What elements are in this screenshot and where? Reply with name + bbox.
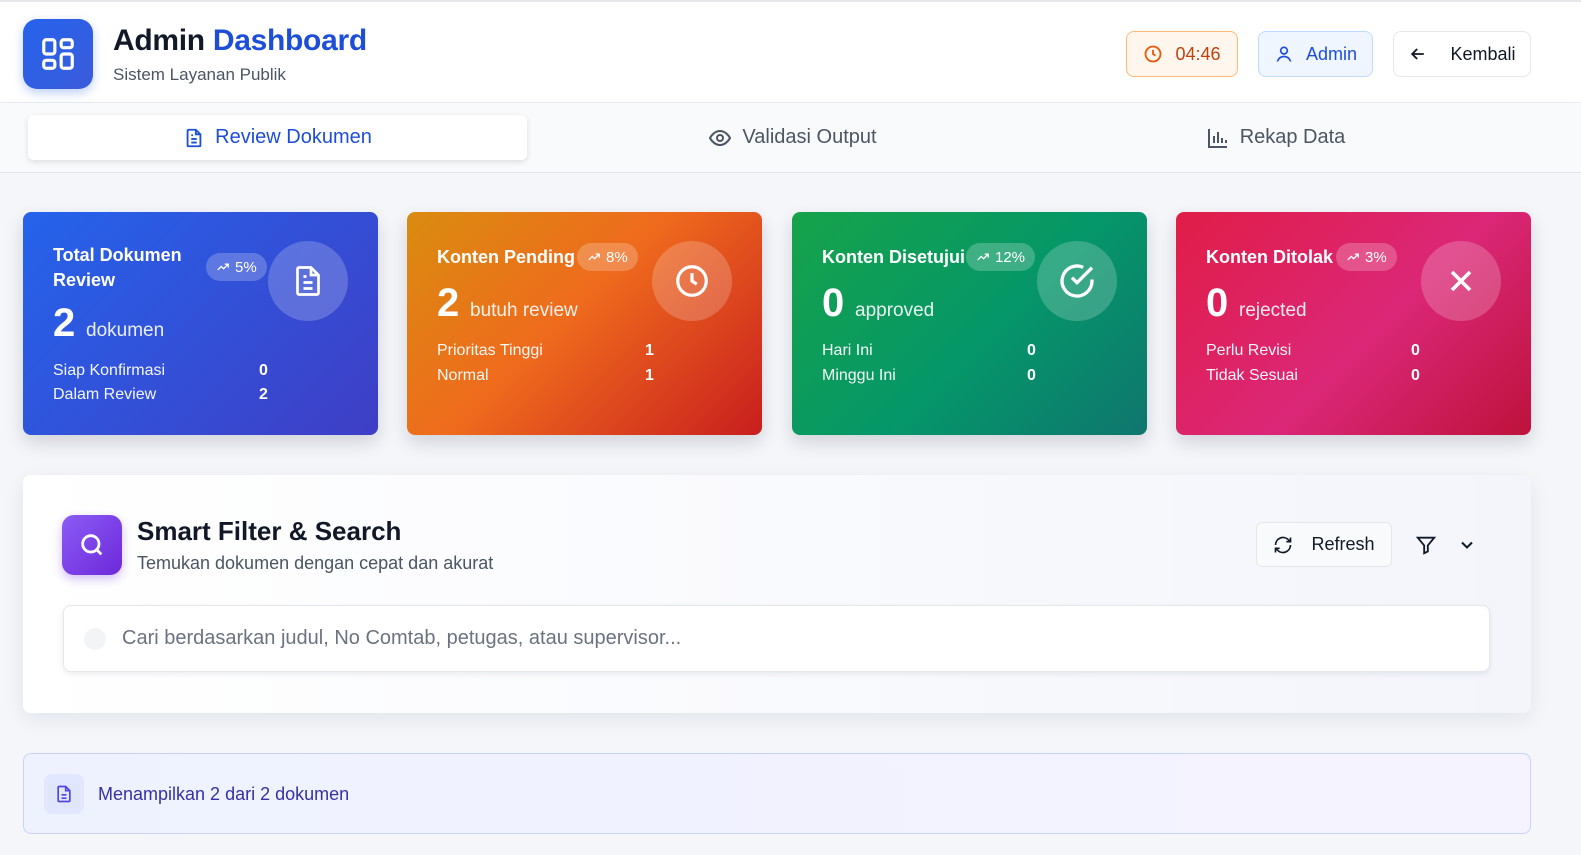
card-unit: rejected — [1239, 300, 1307, 321]
user-menu-button[interactable]: Admin — [1258, 31, 1373, 77]
card-unit: butuh review — [470, 300, 578, 321]
card-row-label: Prioritas Tinggi — [437, 342, 543, 359]
card-unit: dokumen — [86, 320, 165, 341]
card-label: Konten Pending — [437, 247, 575, 267]
trending-up-icon — [1347, 253, 1359, 261]
refresh-label: Refresh — [1311, 534, 1375, 554]
stat-card-total-review: Total Dokumen Review 5% 2 dokumen Siap K… — [23, 212, 378, 435]
card-row-value: 0 — [1027, 342, 1036, 359]
document-icon — [296, 266, 320, 296]
page-title-main: Admin — [113, 24, 205, 57]
app-header: Admin Dashboard Sistem Layanan Publik 04… — [0, 0, 1581, 102]
card-row-label: Hari Ini — [822, 342, 873, 359]
document-icon — [186, 128, 202, 147]
session-timer-text: 04:46 — [1175, 43, 1221, 64]
grid-icon — [23, 19, 93, 89]
search-field-icon — [84, 628, 106, 650]
page-title-accent: Dashboard — [212, 24, 367, 57]
results-summary: Menampilkan 2 dari 2 dokumen — [23, 753, 1531, 834]
card-row-label: Minggu Ini — [822, 367, 896, 384]
back-button[interactable]: Kembali — [1393, 31, 1531, 77]
card-label-line1: Total Dokumen — [53, 245, 182, 265]
tab-validasi-output[interactable]: Validasi Output — [543, 115, 1042, 160]
tab-label: Rekap Data — [1239, 126, 1346, 148]
smart-filter-panel: Smart Filter & Search Temukan dokumen de… — [23, 475, 1531, 713]
session-timer-badge: 04:46 — [1126, 31, 1238, 77]
trend-value: 3% — [1365, 248, 1387, 266]
search-icon — [62, 515, 122, 575]
card-label-line2: Review — [53, 270, 116, 290]
card-label: Total Dokumen Review — [53, 243, 182, 293]
document-icon — [44, 774, 84, 814]
trending-up-icon — [217, 263, 229, 271]
card-value: 2 — [437, 281, 460, 325]
refresh-button[interactable]: Refresh — [1256, 522, 1392, 567]
card-label: Konten Ditolak — [1206, 247, 1334, 267]
trending-up-icon — [977, 253, 989, 261]
page-subtitle: Sistem Layanan Publik — [113, 65, 286, 84]
trend-value: 12% — [995, 248, 1026, 266]
card-label: Konten Disetujui — [822, 247, 965, 267]
user-icon — [1276, 46, 1292, 62]
trend-badge: 12% — [966, 243, 1036, 271]
filter-icon[interactable] — [1415, 534, 1437, 556]
card-row-value: 0 — [1027, 367, 1036, 384]
trend-badge: 3% — [1336, 243, 1397, 271]
card-value: 2 — [53, 301, 76, 345]
search-input[interactable] — [122, 606, 1472, 671]
card-row-value: 1 — [645, 367, 654, 384]
bar-chart-icon — [1207, 128, 1227, 148]
card-row-label: Perlu Revisi — [1206, 342, 1292, 359]
stat-card-pending: Konten Pending 8% 2 butuh review Priorit… — [407, 212, 762, 435]
card-row-value: 2 — [259, 386, 268, 403]
trending-up-icon — [588, 253, 600, 261]
card-value: 0 — [1206, 281, 1229, 325]
trend-value: 5% — [235, 258, 257, 276]
card-row-value: 0 — [1411, 367, 1420, 384]
check-circle-icon — [1060, 264, 1094, 298]
card-row-label: Dalam Review — [53, 386, 157, 403]
chevron-down-icon[interactable] — [1457, 535, 1477, 555]
arrow-left-icon — [1411, 48, 1425, 60]
refresh-icon — [1275, 536, 1292, 553]
filter-title: Smart Filter & Search — [137, 516, 402, 546]
card-row-label: Tidak Sesuai — [1206, 367, 1298, 384]
card-row-label: Normal — [437, 367, 489, 384]
filter-subtitle: Temukan dokumen dengan cepat dan akurat — [137, 553, 494, 573]
user-menu-label: Admin — [1305, 43, 1358, 64]
card-icon-circle — [268, 241, 348, 321]
trend-value: 8% — [606, 248, 628, 266]
tab-label: Review Dokumen — [215, 126, 372, 148]
card-value: 0 — [822, 281, 845, 325]
back-button-label: Kembali — [1450, 43, 1516, 64]
tab-rekap-data[interactable]: Rekap Data — [1026, 115, 1525, 160]
clock-icon — [676, 265, 708, 297]
tab-bar: Review Dokumen Validasi Output Rekap Dat… — [0, 103, 1581, 173]
stat-card-approved: Konten Disetujui 12% 0 approved Hari Ini… — [792, 212, 1147, 435]
card-icon-circle — [652, 241, 732, 321]
clock-icon — [1145, 45, 1162, 63]
close-icon — [1450, 270, 1472, 292]
card-row-value: 0 — [1411, 342, 1420, 359]
card-row-value: 0 — [259, 362, 268, 379]
page-title: Admin Dashboard — [113, 24, 367, 58]
trend-badge: 5% — [206, 253, 267, 281]
trend-badge: 8% — [577, 243, 638, 271]
stat-card-rejected: Konten Ditolak 3% 0 rejected Perlu Revis… — [1176, 212, 1531, 435]
search-box — [63, 605, 1490, 672]
card-unit: approved — [855, 300, 935, 321]
card-icon-circle — [1037, 241, 1117, 321]
results-text: Menampilkan 2 dari 2 dokumen — [98, 784, 350, 804]
tab-review-dokumen[interactable]: Review Dokumen — [28, 115, 527, 160]
eye-icon — [709, 129, 732, 146]
card-row-value: 1 — [645, 342, 654, 359]
card-row-label: Siap Konfirmasi — [53, 362, 166, 379]
tab-label: Validasi Output — [742, 126, 877, 148]
card-icon-circle — [1421, 241, 1501, 321]
